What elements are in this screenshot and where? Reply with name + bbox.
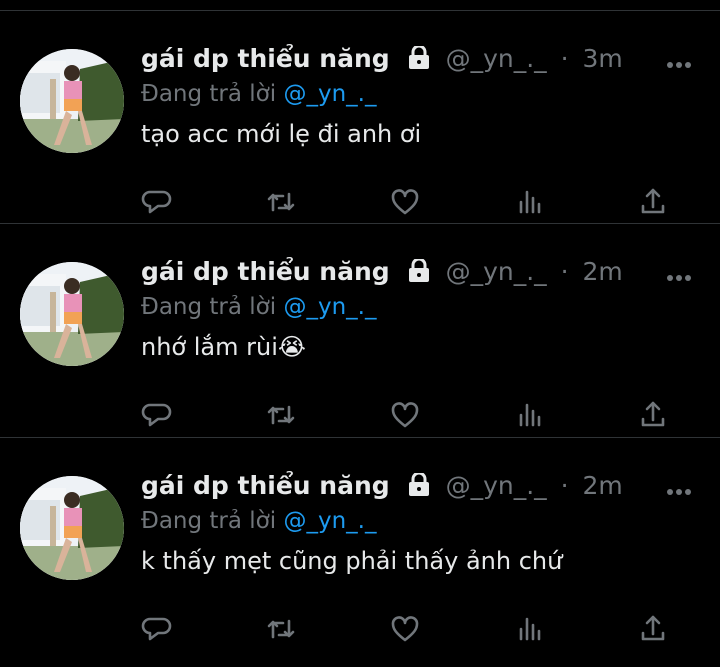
share-icon[interactable] [637,186,669,218]
heart-icon[interactable] [389,399,421,431]
display-name[interactable]: gái dp thiểu năng [141,257,390,286]
more-icon[interactable] [666,55,692,68]
tweet[interactable]: gái dp thiểu năng @_yn_._ · 2m Đang trả … [0,223,720,435]
timestamp[interactable]: 3m [583,44,623,73]
tweet-header: gái dp thiểu năng @_yn_._ · 2m [141,257,640,287]
views-icon[interactable] [515,613,547,645]
replying-prefix: Đang trả lời [141,294,277,320]
tweet-text: k thấy mẹt cũng phải thấy ảnh chứ [141,547,563,575]
handle[interactable]: @_yn_._ [446,44,547,73]
replying-to: Đang trả lời @_yn_._ [141,507,376,535]
replying-prefix: Đang trả lời [141,508,277,534]
reply-icon[interactable] [141,399,173,431]
handle[interactable]: @_yn_._ [446,471,547,500]
share-icon[interactable] [637,399,669,431]
replying-mention[interactable]: @_yn_._ [283,294,376,320]
crying-emoji: 😭 [277,333,306,361]
views-icon[interactable] [515,186,547,218]
lock-icon [406,257,432,283]
separator: · [560,257,569,286]
retweet-icon[interactable] [265,399,297,431]
lock-icon [406,471,432,497]
replying-to: Đang trả lời @_yn_._ [141,80,376,108]
avatar[interactable] [20,49,124,153]
reply-icon[interactable] [141,613,173,645]
tweet[interactable]: gái dp thiểu năng @_yn_._ · 2m Đang trả … [0,437,720,667]
replying-mention[interactable]: @_yn_._ [283,508,376,534]
retweet-icon[interactable] [265,186,297,218]
replying-to: Đang trả lời @_yn_._ [141,293,376,321]
action-bar [141,613,681,645]
action-bar [141,186,681,218]
tweet-header: gái dp thiểu năng @_yn_._ · 3m [141,44,640,74]
reply-icon[interactable] [141,186,173,218]
timestamp[interactable]: 2m [583,257,623,286]
separator: · [560,44,569,73]
handle[interactable]: @_yn_._ [446,257,547,286]
separator: · [560,471,569,500]
tweet-header: gái dp thiểu năng @_yn_._ · 2m [141,471,640,501]
tweet-text-content: nhớ lắm rùi [141,333,278,361]
heart-icon[interactable] [389,186,421,218]
tweet-text: nhớ lắm rùi😭 [141,332,306,362]
retweet-icon[interactable] [265,613,297,645]
more-icon[interactable] [666,482,692,495]
avatar[interactable] [20,262,124,366]
tweet[interactable]: gái dp thiểu năng @_yn_._ · 3m Đang trả … [0,10,720,222]
tweet-text: tạo acc mới lẹ đi anh ơi [141,120,422,148]
heart-icon[interactable] [389,613,421,645]
replying-prefix: Đang trả lời [141,81,277,107]
display-name[interactable]: gái dp thiểu năng [141,44,390,73]
avatar[interactable] [20,476,124,580]
action-bar [141,399,681,431]
display-name[interactable]: gái dp thiểu năng [141,471,390,500]
more-icon[interactable] [666,268,692,281]
lock-icon [406,44,432,70]
timestamp[interactable]: 2m [583,471,623,500]
share-icon[interactable] [637,613,669,645]
views-icon[interactable] [515,399,547,431]
replying-mention[interactable]: @_yn_._ [283,81,376,107]
